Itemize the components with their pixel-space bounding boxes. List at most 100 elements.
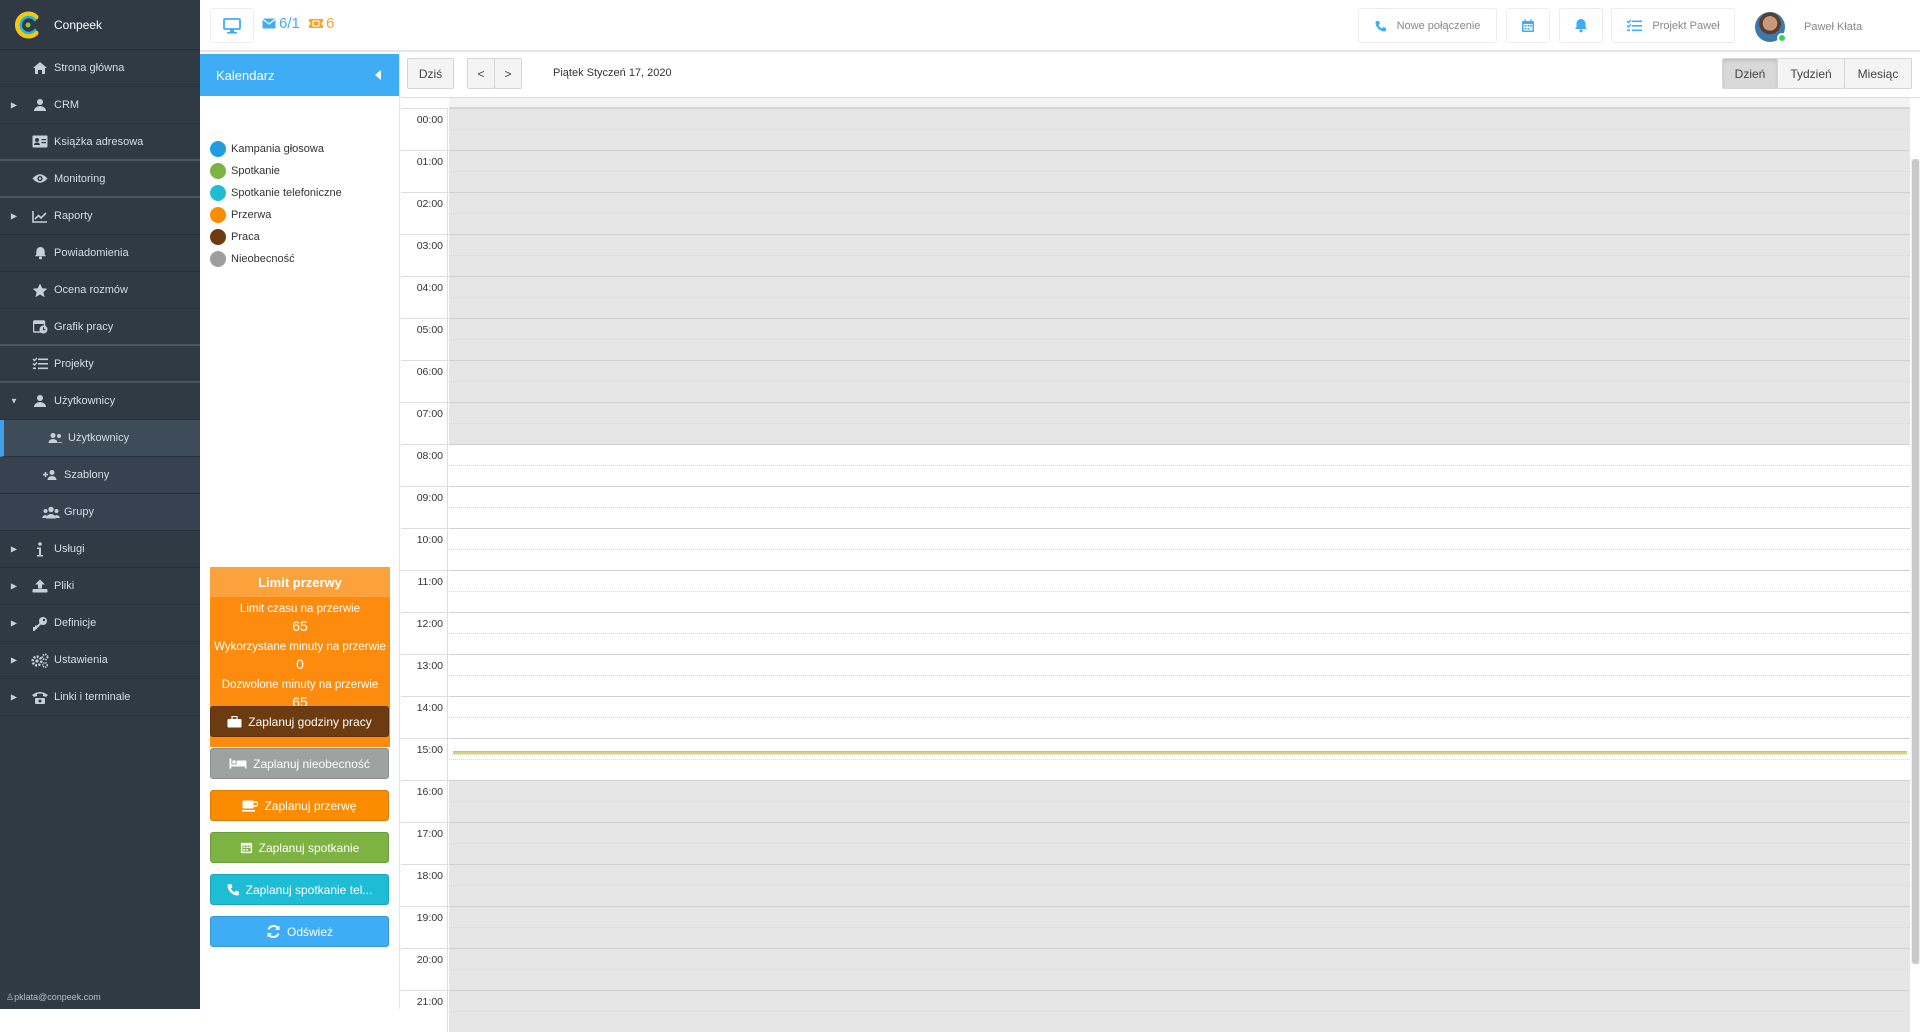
hour-row[interactable]: 04:00 xyxy=(401,276,1920,318)
hour-slot[interactable] xyxy=(449,276,1910,318)
sidebar-item-szablony-sub[interactable]: Szablony xyxy=(0,457,200,494)
odśwież-button[interactable]: Odśwież xyxy=(210,916,389,947)
hour-slot[interactable] xyxy=(449,738,1910,780)
messages-counter[interactable]: 6/1 xyxy=(262,15,300,32)
hour-slot[interactable] xyxy=(449,150,1910,192)
sidebar-item-definicje[interactable]: ▶ Definicje xyxy=(0,605,200,642)
sidebar-item-ustawienia[interactable]: ▶ Ustawienia xyxy=(0,642,200,679)
hour-row[interactable]: 17:00 xyxy=(401,822,1920,864)
prev-button[interactable]: < xyxy=(467,58,495,89)
hour-slot[interactable] xyxy=(449,822,1910,864)
hour-row[interactable]: 06:00 xyxy=(401,360,1920,402)
hour-row[interactable]: 00:00 xyxy=(401,108,1920,150)
upload-icon xyxy=(31,578,49,594)
sidebar-item-powiadomienia[interactable]: Powiadomienia xyxy=(0,235,200,272)
hour-row[interactable]: 09:00 xyxy=(401,486,1920,528)
hour-slot[interactable] xyxy=(449,486,1910,528)
hour-row[interactable]: 03:00 xyxy=(401,234,1920,276)
hour-slot[interactable] xyxy=(449,402,1910,444)
hour-slot[interactable] xyxy=(449,864,1910,906)
sidebar-item-monitoring[interactable]: Monitoring xyxy=(0,161,200,198)
legend-label: Spotkanie telefoniczne xyxy=(231,187,342,199)
collapse-arrow-icon[interactable] xyxy=(375,70,381,80)
scrollbar-thumb[interactable] xyxy=(1912,159,1919,964)
legend-item: Praca xyxy=(210,226,399,248)
hour-row[interactable]: 15:00 xyxy=(401,738,1920,780)
hour-slot[interactable] xyxy=(449,444,1910,486)
notifications-button[interactable] xyxy=(1559,8,1603,43)
sidebar-item-linki-i-terminale[interactable]: ▶ Linki i terminale xyxy=(0,679,200,716)
hour-row[interactable]: 16:00 xyxy=(401,780,1920,822)
calendar-scrollbar[interactable] xyxy=(1911,159,1920,964)
zaplanuj-godziny-pracy-button[interactable]: Zaplanuj godziny pracy xyxy=(210,706,389,737)
bell-icon xyxy=(31,245,49,261)
hour-slot[interactable] xyxy=(449,570,1910,612)
zaplanuj-spotkanie-tel-button[interactable]: Zaplanuj spotkanie tel... xyxy=(210,874,389,905)
project-selector[interactable]: Projekt Paweł xyxy=(1611,8,1735,43)
hour-slot[interactable] xyxy=(449,234,1910,276)
button-label: Zaplanuj nieobecność xyxy=(253,756,370,771)
hour-label: 16:00 xyxy=(401,780,448,822)
sidebar-item-projekty[interactable]: Projekty xyxy=(0,346,200,383)
hour-row[interactable]: 11:00 xyxy=(401,570,1920,612)
hour-slot[interactable] xyxy=(449,318,1910,360)
hour-slot[interactable] xyxy=(449,360,1910,402)
calendar-button[interactable] xyxy=(1506,8,1550,43)
hour-row[interactable]: 10:00 xyxy=(401,528,1920,570)
hour-row[interactable]: 20:00 xyxy=(401,948,1920,990)
hour-slot[interactable] xyxy=(449,780,1910,822)
sidebar-item-grupy-sub[interactable]: Grupy xyxy=(0,494,200,531)
view-day-button[interactable]: Dzień xyxy=(1722,58,1778,89)
hour-row[interactable]: 08:00 xyxy=(401,444,1920,486)
sidebar-item-raporty[interactable]: ▶ Raporty xyxy=(0,198,200,235)
hour-slot[interactable] xyxy=(449,990,1910,1032)
today-button[interactable]: Dziś xyxy=(407,58,454,89)
hour-row[interactable]: 13:00 xyxy=(401,654,1920,696)
zaplanuj-nieobecność-button[interactable]: Zaplanuj nieobecność xyxy=(210,748,389,779)
hour-row[interactable]: 01:00 xyxy=(401,150,1920,192)
hour-slot[interactable] xyxy=(449,528,1910,570)
sidebar-item-użytkownicy-sub[interactable]: Użytkownicy xyxy=(0,420,200,457)
tickets-counter[interactable]: 6 xyxy=(309,15,334,32)
day-grid[interactable]: 00:00 01:00 02:00 03:00 04:00 05:00 06:00 07:00… xyxy=(401,97,1920,1032)
calendar-panel-header[interactable]: Kalendarz xyxy=(200,54,399,96)
hour-row[interactable]: 05:00 xyxy=(401,318,1920,360)
hour-row[interactable]: 14:00 xyxy=(401,696,1920,738)
user-avatar[interactable] xyxy=(1755,12,1787,43)
hour-slot[interactable] xyxy=(449,696,1910,738)
zaplanuj-przerwę-button[interactable]: Zaplanuj przerwę xyxy=(210,790,389,821)
sidebar-item-użytkownicy[interactable]: ▼ Użytkownicy xyxy=(0,383,200,420)
hour-row[interactable]: 12:00 xyxy=(401,612,1920,654)
view-month-button[interactable]: Miesiąc xyxy=(1844,58,1912,89)
sidebar-item-ocena-rozmów[interactable]: Ocena rozmów xyxy=(0,272,200,309)
sidebar-item-pliki[interactable]: ▶ Pliki xyxy=(0,568,200,605)
hour-row[interactable]: 18:00 xyxy=(401,864,1920,906)
view-week-button[interactable]: Tydzień xyxy=(1777,58,1845,89)
legend-label: Przerwa xyxy=(231,209,272,221)
brand[interactable]: Conpeek xyxy=(0,0,200,50)
desktop-button[interactable] xyxy=(210,8,254,43)
sidebar-item-grafik-pracy[interactable]: Grafik pracy xyxy=(0,309,200,346)
hour-slot[interactable] xyxy=(449,192,1910,234)
sidebar-item-książka-adresowa[interactable]: Książka adresowa xyxy=(0,124,200,161)
hour-label: 13:00 xyxy=(401,654,448,696)
hour-slot[interactable] xyxy=(449,612,1910,654)
legend-item: Kampania głosowa xyxy=(210,138,399,160)
sidebar-item-usługi[interactable]: ▶ Usługi xyxy=(0,531,200,568)
hour-slot[interactable] xyxy=(449,654,1910,696)
hour-row[interactable]: 19:00 xyxy=(401,906,1920,948)
current-time-indicator xyxy=(453,751,1907,755)
new-call-button[interactable]: Nowe połączenie xyxy=(1358,8,1497,43)
zaplanuj-spotkanie-button[interactable]: Zaplanuj spotkanie xyxy=(210,832,389,863)
hour-row[interactable]: 21:00 xyxy=(401,990,1920,1032)
hour-slot[interactable] xyxy=(449,108,1910,150)
sidebar-item-strona-główna[interactable]: Strona główna xyxy=(0,50,200,87)
hour-slot[interactable] xyxy=(449,948,1910,990)
bell-icon xyxy=(1575,19,1587,33)
next-button[interactable]: > xyxy=(494,58,522,89)
hour-row[interactable]: 07:00 xyxy=(401,402,1920,444)
sidebar-item-crm[interactable]: ▶ CRM xyxy=(0,87,200,124)
user-name[interactable]: Paweł Kłata xyxy=(1804,21,1862,33)
hour-slot[interactable] xyxy=(449,906,1910,948)
hour-row[interactable]: 02:00 xyxy=(401,192,1920,234)
